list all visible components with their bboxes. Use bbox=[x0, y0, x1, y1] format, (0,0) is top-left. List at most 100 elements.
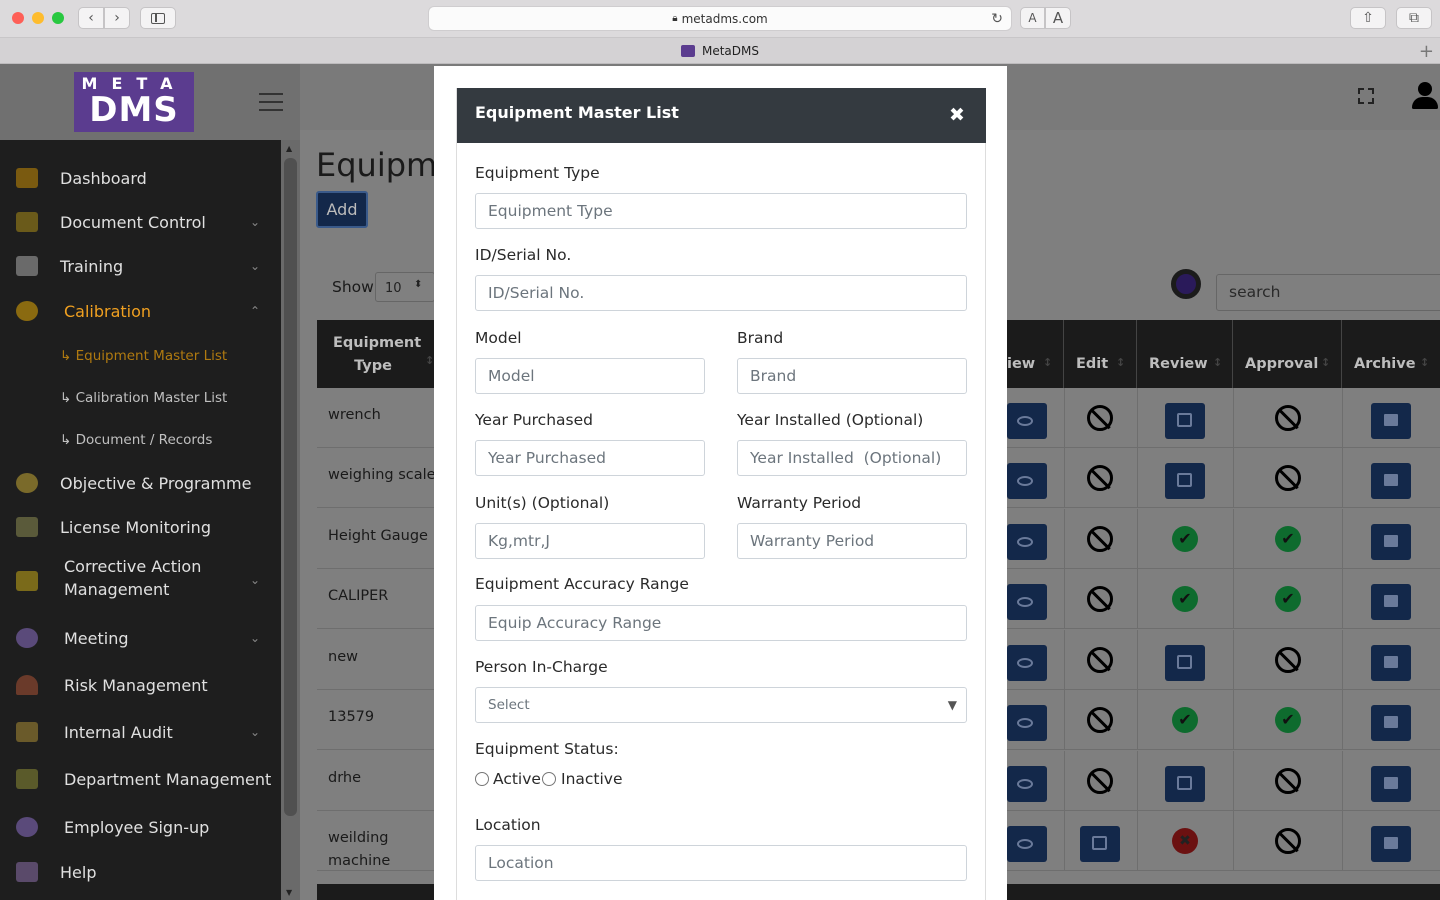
year-installed-input[interactable]: Year Installed (Optional) bbox=[737, 440, 967, 476]
view-button[interactable] bbox=[1007, 403, 1047, 439]
table-search-input[interactable]: search bbox=[1216, 274, 1440, 311]
sidebar-item-corrective-action[interactable]: Corrective Action Management ⌄ bbox=[0, 557, 281, 603]
status-inactive-radio[interactable] bbox=[542, 772, 556, 786]
sidebar-item-calibration[interactable]: Calibration ⌃ bbox=[0, 299, 281, 323]
eye-icon bbox=[1017, 839, 1033, 849]
close-icon[interactable]: ✖ bbox=[949, 104, 965, 126]
clipboard-icon bbox=[16, 722, 38, 742]
check-circle-icon[interactable]: ✔ bbox=[1172, 707, 1198, 733]
column-header-archive[interactable]: Archive ↕ bbox=[1342, 320, 1440, 388]
minimize-window-button[interactable] bbox=[32, 12, 44, 24]
sidebar-item-risk-management[interactable]: Risk Management bbox=[0, 673, 281, 697]
view-button[interactable] bbox=[1007, 705, 1047, 741]
serial-number-input[interactable]: ID/Serial No. bbox=[475, 275, 967, 311]
equipment-type-cell: weighing scale bbox=[328, 467, 436, 483]
check-circle-icon[interactable]: ✔ bbox=[1275, 526, 1301, 552]
sidebar-icon bbox=[151, 12, 165, 24]
brand-input[interactable]: Brand bbox=[737, 358, 967, 394]
check-circle-icon[interactable]: ✔ bbox=[1275, 707, 1301, 733]
sidebar-item-objective-programme[interactable]: Objective & Programme bbox=[0, 471, 281, 495]
archive-button[interactable] bbox=[1371, 524, 1411, 560]
sidebar-item-training[interactable]: Training ⌄ bbox=[0, 254, 281, 278]
submenu-document-records[interactable]: ↳ Document / Records bbox=[60, 432, 212, 448]
archive-button[interactable] bbox=[1371, 645, 1411, 681]
view-button[interactable] bbox=[1007, 463, 1047, 499]
archive-button[interactable] bbox=[1371, 403, 1411, 439]
sidebar-item-employee-signup[interactable]: Employee Sign-up bbox=[0, 815, 281, 839]
column-header-equipment-type[interactable]: Equipment Type bbox=[333, 332, 421, 378]
speedometer-icon bbox=[16, 675, 38, 695]
person-in-charge-select[interactable]: Select ▼ bbox=[475, 687, 967, 723]
accuracy-range-input[interactable]: Equip Accuracy Range bbox=[475, 605, 967, 641]
review-edit-button[interactable] bbox=[1165, 403, 1205, 439]
warranty-period-label: Warranty Period bbox=[737, 494, 862, 512]
scroll-up-arrow-icon[interactable]: ▲ bbox=[286, 144, 292, 153]
warranty-period-input[interactable]: Warranty Period bbox=[737, 523, 967, 559]
column-header-edit[interactable]: Edit ↕ bbox=[1064, 320, 1137, 388]
sidebar-item-department-management[interactable]: Department Management bbox=[0, 767, 281, 791]
view-button[interactable] bbox=[1007, 584, 1047, 620]
modal-header: Equipment Master List ✖ bbox=[457, 88, 986, 143]
not-allowed-icon bbox=[1087, 647, 1113, 673]
view-button[interactable] bbox=[1007, 524, 1047, 560]
hamburger-menu-icon[interactable] bbox=[259, 93, 283, 111]
location-input[interactable]: Location bbox=[475, 845, 967, 881]
sidebar-item-license-monitoring[interactable]: License Monitoring bbox=[0, 515, 281, 539]
tab-metadms[interactable]: MetaDMS + bbox=[0, 38, 1440, 64]
close-window-button[interactable] bbox=[12, 12, 24, 24]
metadms-logo[interactable]: META DMS bbox=[74, 72, 194, 132]
equipment-type-input[interactable]: Equipment Type bbox=[475, 193, 967, 229]
view-button[interactable] bbox=[1007, 645, 1047, 681]
units-input[interactable]: Kg,mtr,J bbox=[475, 523, 705, 559]
view-button[interactable] bbox=[1007, 826, 1047, 862]
fullscreen-icon[interactable] bbox=[1358, 88, 1374, 104]
equipment-type-cell: 13579 bbox=[328, 709, 375, 725]
text-larger-button[interactable]: A bbox=[1045, 7, 1071, 29]
check-circle-icon[interactable]: ✔ bbox=[1172, 526, 1198, 552]
row-edit-button[interactable] bbox=[1080, 826, 1120, 862]
year-purchased-input[interactable]: Year Purchased bbox=[475, 440, 705, 476]
scroll-down-arrow-icon[interactable]: ▼ bbox=[286, 888, 292, 897]
add-button[interactable]: Add bbox=[316, 191, 368, 228]
sidebar-toggle-button[interactable] bbox=[140, 7, 176, 29]
archive-button[interactable] bbox=[1371, 463, 1411, 499]
column-header-view[interactable]: iew ↕ bbox=[1007, 320, 1064, 388]
archive-button[interactable] bbox=[1371, 705, 1411, 741]
sidebar-item-dashboard[interactable]: Dashboard bbox=[0, 166, 281, 190]
forward-button[interactable]: › bbox=[104, 7, 130, 29]
sidebar-scroll-thumb[interactable] bbox=[284, 158, 297, 816]
eye-icon bbox=[1017, 718, 1033, 728]
column-header-approval[interactable]: Approval ↕ bbox=[1233, 320, 1342, 388]
sidebar-item-document-control[interactable]: Document Control ⌄ bbox=[0, 210, 281, 234]
x-circle-icon[interactable]: ✖ bbox=[1172, 828, 1198, 854]
status-active-radio[interactable] bbox=[475, 772, 489, 786]
model-input[interactable]: Model bbox=[475, 358, 705, 394]
year-installed-label: Year Installed (Optional) bbox=[737, 411, 924, 429]
zoom-window-button[interactable] bbox=[52, 12, 64, 24]
text-smaller-button[interactable]: A bbox=[1020, 7, 1045, 29]
share-button[interactable]: ⇧ bbox=[1350, 7, 1386, 29]
check-circle-icon[interactable]: ✔ bbox=[1172, 586, 1198, 612]
archive-button[interactable] bbox=[1371, 766, 1411, 802]
submenu-calibration-master-list[interactable]: ↳ Calibration Master List bbox=[60, 390, 227, 406]
tabs-overview-button[interactable]: ⧉ bbox=[1396, 7, 1432, 29]
archive-button[interactable] bbox=[1371, 584, 1411, 620]
archive-button[interactable] bbox=[1371, 826, 1411, 862]
new-tab-button[interactable]: + bbox=[1419, 41, 1434, 62]
chevron-left-icon: ‹ bbox=[88, 10, 94, 26]
back-button[interactable]: ‹ bbox=[78, 7, 104, 29]
user-icon[interactable] bbox=[1412, 82, 1438, 110]
sidebar-item-meeting[interactable]: Meeting ⌄ bbox=[0, 626, 281, 650]
view-button[interactable] bbox=[1007, 766, 1047, 802]
review-edit-button[interactable] bbox=[1165, 463, 1205, 499]
review-edit-button[interactable] bbox=[1165, 766, 1205, 802]
sidebar-item-internal-audit[interactable]: Internal Audit ⌄ bbox=[0, 720, 281, 744]
reload-icon[interactable]: ↻ bbox=[991, 11, 1003, 27]
sidebar-item-help[interactable]: Help bbox=[0, 860, 281, 884]
review-edit-button[interactable] bbox=[1165, 645, 1205, 681]
address-bar[interactable]: 🔒︎ metadms.com ↻ bbox=[428, 6, 1012, 31]
entries-select[interactable]: 10 ⬍ bbox=[375, 272, 435, 302]
column-header-review[interactable]: Review ↕ bbox=[1137, 320, 1233, 388]
check-circle-icon[interactable]: ✔ bbox=[1275, 586, 1301, 612]
submenu-equipment-master-list[interactable]: ↳ Equipment Master List bbox=[60, 348, 227, 364]
